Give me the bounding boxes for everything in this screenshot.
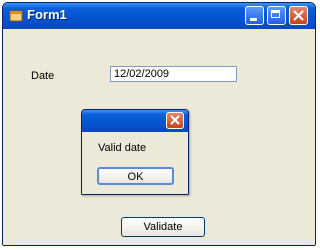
window-titlebar[interactable]: Form1 [3,3,315,29]
app-form-icon [9,10,23,22]
close-icon [293,10,304,21]
main-window: Form1 Date Validate Valid dat [2,2,316,246]
message-box: Valid date OK [81,109,189,195]
message-text: Valid date [98,142,147,154]
ok-button[interactable]: OK [97,167,174,185]
close-icon [170,115,180,125]
message-box-titlebar[interactable] [82,110,188,132]
date-label: Date [31,70,55,82]
date-input[interactable] [110,66,237,82]
message-box-close-button[interactable] [166,112,184,129]
maximize-button[interactable] [267,6,286,25]
window-title: Form1 [27,7,67,22]
close-button[interactable] [289,6,308,25]
validate-button[interactable]: Validate [121,217,205,237]
minimize-button[interactable] [245,6,264,25]
